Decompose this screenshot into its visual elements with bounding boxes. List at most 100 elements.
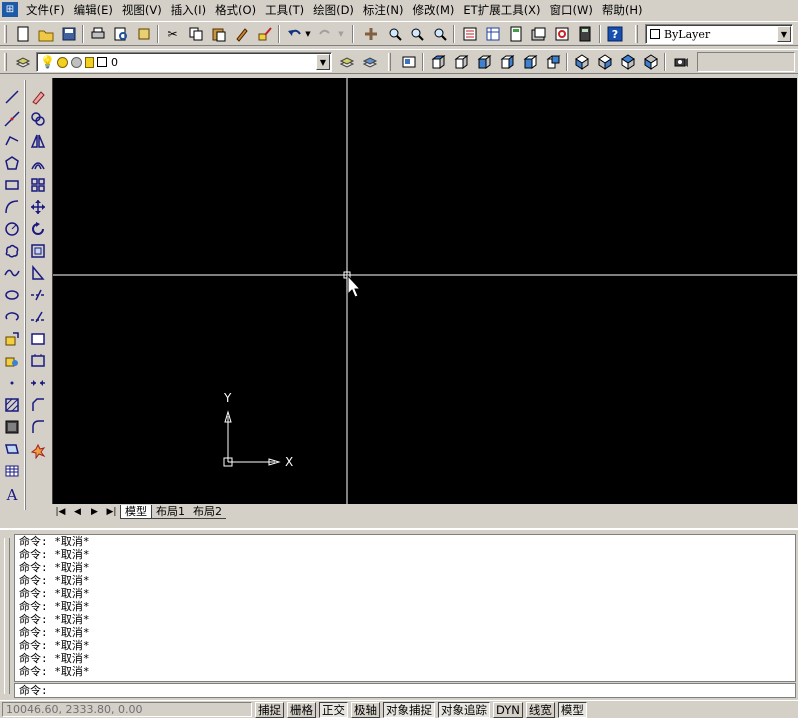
toolbar-grip[interactable]: [4, 53, 7, 71]
region-icon[interactable]: [0, 438, 24, 460]
chamfer-icon[interactable]: [26, 394, 50, 416]
menu-edit[interactable]: 编辑(E): [70, 1, 118, 19]
redo-dropdown-icon[interactable]: ▼: [336, 24, 346, 44]
snap-toggle[interactable]: 捕捉: [255, 701, 284, 718]
front-view-icon[interactable]: [519, 52, 540, 72]
command-history[interactable]: 命令: *取消* 命令: *取消* 命令: *取消* 命令: *取消* 命令: …: [14, 534, 796, 682]
nw-isometric-icon[interactable]: [640, 52, 661, 72]
stretch-icon[interactable]: [26, 262, 50, 284]
next-tab-icon[interactable]: ▶: [86, 505, 103, 519]
se-isometric-icon[interactable]: [594, 52, 615, 72]
break-at-point-icon[interactable]: [26, 328, 50, 350]
menu-help[interactable]: 帮助(H): [598, 1, 648, 19]
markup-set-manager-icon[interactable]: [551, 24, 572, 44]
right-view-icon[interactable]: [496, 52, 517, 72]
menu-dimension[interactable]: 标注(N): [359, 1, 409, 19]
undo-icon[interactable]: [283, 24, 304, 44]
first-tab-icon[interactable]: |◀: [52, 505, 69, 519]
ne-isometric-icon[interactable]: [617, 52, 638, 72]
named-views-icon[interactable]: [398, 52, 419, 72]
block-editor-icon[interactable]: [254, 24, 275, 44]
rotate-icon[interactable]: [26, 218, 50, 240]
mirror-icon[interactable]: [26, 130, 50, 152]
toolbar-grip[interactable]: [635, 25, 638, 43]
zoom-previous-icon[interactable]: [429, 24, 450, 44]
join-icon[interactable]: [26, 372, 50, 394]
menu-insert[interactable]: 插入(I): [167, 1, 211, 19]
make-object-layer-current-icon[interactable]: [336, 52, 357, 72]
zoom-realtime-icon[interactable]: [384, 24, 405, 44]
command-window-grip[interactable]: [4, 538, 10, 694]
erase-icon[interactable]: [26, 86, 50, 108]
print-preview-icon[interactable]: [110, 24, 131, 44]
menu-format[interactable]: 格式(O): [211, 1, 261, 19]
save-icon[interactable]: [58, 24, 79, 44]
tool-palettes-icon[interactable]: [505, 24, 526, 44]
layer-previous-icon[interactable]: [359, 52, 380, 72]
chevron-down-icon[interactable]: ▼: [777, 26, 791, 42]
menu-tools[interactable]: 工具(T): [261, 1, 309, 19]
osnap-toggle[interactable]: 对象捕捉: [383, 701, 435, 718]
revision-cloud-icon[interactable]: [0, 240, 24, 262]
command-input[interactable]: 命令:: [14, 683, 796, 698]
layer-combo[interactable]: 💡 0 ▼: [36, 52, 332, 72]
line-icon[interactable]: [0, 86, 24, 108]
make-block-icon[interactable]: [0, 350, 24, 372]
toolbar-grip[interactable]: [388, 53, 391, 71]
trim-icon[interactable]: [26, 284, 50, 306]
tab-layout2[interactable]: 布局2: [189, 505, 226, 519]
fillet-icon[interactable]: [26, 416, 50, 438]
bottom-view-icon[interactable]: [450, 52, 471, 72]
spline-icon[interactable]: [0, 262, 24, 284]
last-tab-icon[interactable]: ▶|: [103, 505, 120, 519]
left-view-icon[interactable]: [473, 52, 494, 72]
zoom-window-icon[interactable]: [406, 24, 427, 44]
polar-toggle[interactable]: 极轴: [351, 701, 380, 718]
menu-file[interactable]: 文件(F): [22, 1, 70, 19]
paste-icon[interactable]: [208, 24, 229, 44]
ellipse-arc-icon[interactable]: [0, 306, 24, 328]
grid-toggle[interactable]: 栅格: [287, 701, 316, 718]
app-icon[interactable]: ⊞: [2, 2, 18, 17]
sw-isometric-icon[interactable]: [571, 52, 592, 72]
otrack-toggle[interactable]: 对象追踪: [438, 701, 490, 718]
rectangle-icon[interactable]: [0, 174, 24, 196]
chevron-down-icon[interactable]: ▼: [316, 54, 330, 70]
drawing-canvas[interactable]: Y X: [52, 78, 797, 504]
move-icon[interactable]: [26, 196, 50, 218]
menu-draw[interactable]: 绘图(D): [309, 1, 359, 19]
explode-icon[interactable]: [26, 440, 50, 462]
menu-view[interactable]: 视图(V): [118, 1, 167, 19]
gradient-icon[interactable]: [0, 416, 24, 438]
offset-icon[interactable]: [26, 152, 50, 174]
layer-manager-icon[interactable]: [12, 52, 33, 72]
table-icon[interactable]: [0, 460, 24, 482]
copy-icon[interactable]: [185, 24, 206, 44]
multiline-text-icon[interactable]: A: [0, 484, 24, 506]
properties-icon[interactable]: [459, 24, 480, 44]
break-icon[interactable]: [26, 350, 50, 372]
match-properties-icon[interactable]: [231, 24, 252, 44]
circle-icon[interactable]: [0, 218, 24, 240]
tab-model[interactable]: 模型: [120, 504, 152, 519]
point-icon[interactable]: [0, 372, 24, 394]
polygon-icon[interactable]: [0, 152, 24, 174]
tab-layout1[interactable]: 布局1: [152, 505, 189, 519]
cut-icon[interactable]: ✂: [162, 24, 183, 44]
coordinate-readout[interactable]: 10046.60, 2333.80, 0.00: [2, 702, 252, 717]
publish-icon[interactable]: [133, 24, 154, 44]
open-file-icon[interactable]: [35, 24, 56, 44]
arc-icon[interactable]: [0, 196, 24, 218]
back-view-icon[interactable]: [542, 52, 563, 72]
menu-modify[interactable]: 修改(M): [409, 1, 460, 19]
scale-icon[interactable]: [26, 240, 50, 262]
new-file-icon[interactable]: [12, 24, 33, 44]
insert-block-icon[interactable]: [0, 328, 24, 350]
prev-tab-icon[interactable]: ◀: [69, 505, 86, 519]
array-icon[interactable]: [26, 174, 50, 196]
copy-object-icon[interactable]: [26, 108, 50, 130]
print-icon[interactable]: [87, 24, 108, 44]
linetype-combo[interactable]: ByLayer ▼: [645, 24, 793, 44]
ellipse-icon[interactable]: [0, 284, 24, 306]
undo-dropdown-icon[interactable]: ▼: [303, 24, 313, 44]
